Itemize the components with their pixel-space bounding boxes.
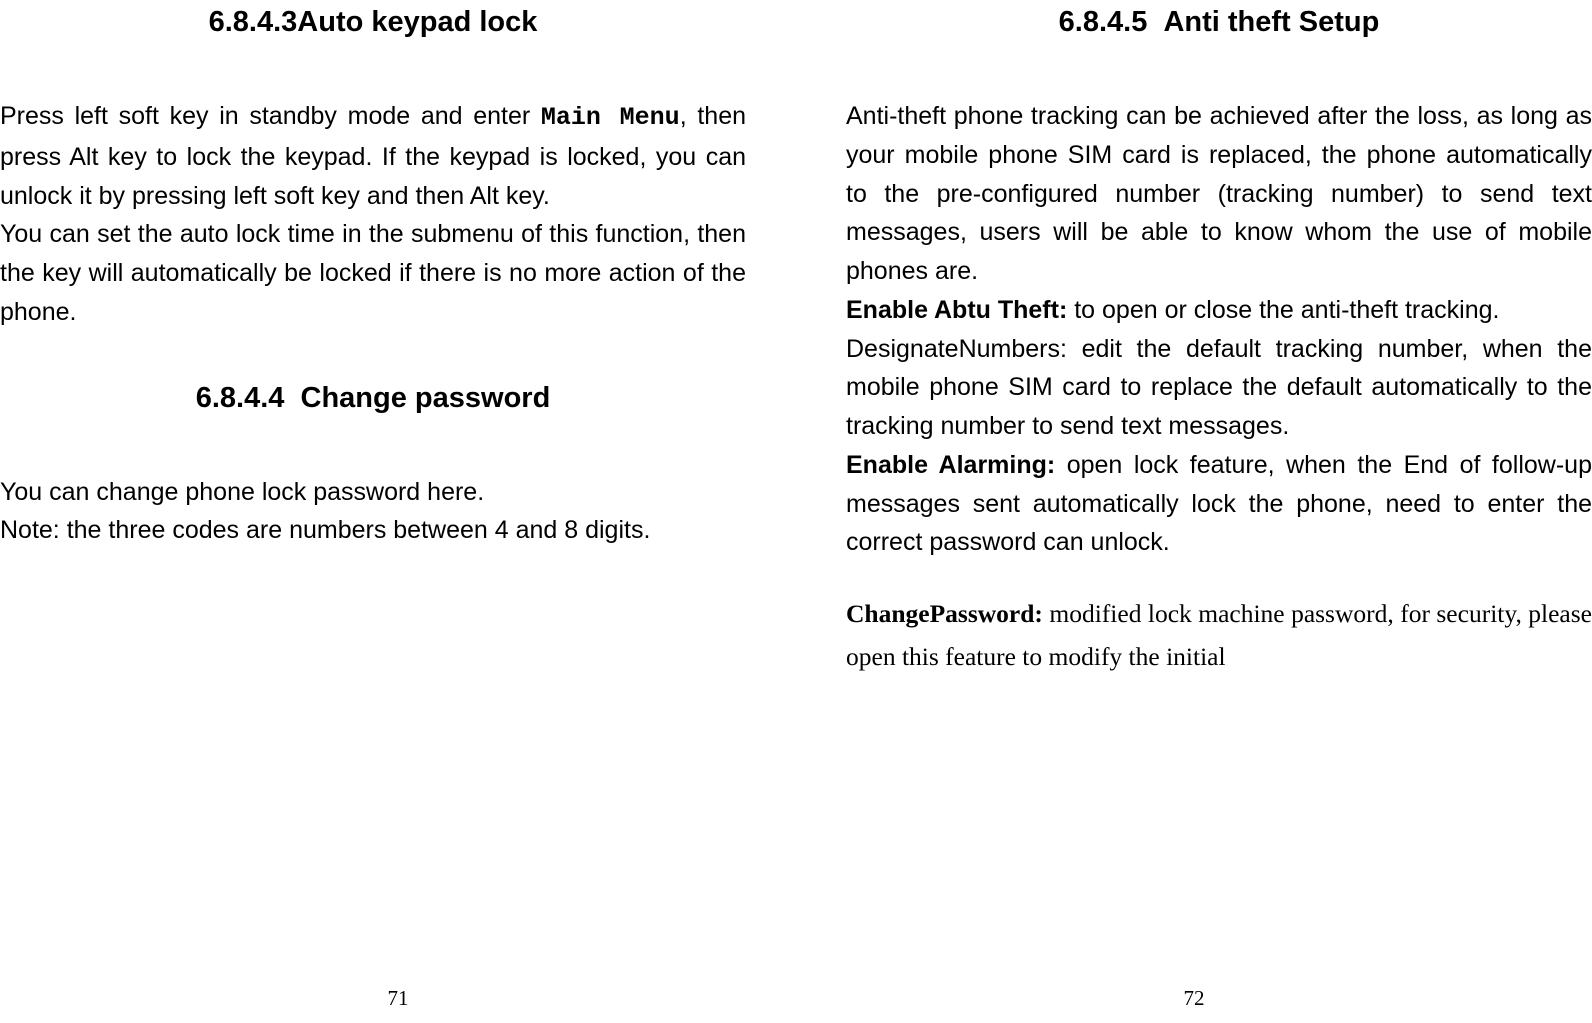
- text-run: Press left soft key in standby mode and …: [0, 102, 541, 130]
- page-number-left: 71: [388, 986, 409, 1011]
- paragraph: Anti-theft phone tracking can be achieve…: [846, 97, 1592, 291]
- section-number: 6.8.4.5: [1059, 6, 1148, 38]
- bold-label: Enable Abtu Theft:: [846, 296, 1067, 324]
- section-heading-6-8-4-3: 6.8.4.3Auto keypad lock: [0, 6, 746, 39]
- paragraph: Press left soft key in standby mode and …: [0, 97, 746, 215]
- page-number-right: 72: [1184, 986, 1205, 1011]
- paragraph: You can change phone lock password here.: [0, 473, 746, 512]
- paragraph: You can set the auto lock time in the su…: [0, 215, 746, 331]
- section-number: 6.8.4.3: [209, 6, 298, 38]
- section-title: Anti theft Setup: [1163, 6, 1379, 38]
- spacer: [0, 332, 746, 376]
- section-heading-6-8-4-5: 6.8.4.5 Anti theft Setup: [846, 6, 1592, 39]
- page-right: 6.8.4.5 Anti theft Setup Anti-theft phon…: [796, 0, 1592, 1023]
- section-title: Change password: [301, 382, 551, 414]
- text-run: to open or close the anti-theft tracking…: [1067, 296, 1499, 324]
- page-left: 6.8.4.3Auto keypad lock Press left soft …: [0, 0, 796, 1023]
- bold-label: Enable Alarming:: [846, 451, 1055, 479]
- mono-text: Main Menu: [541, 103, 680, 132]
- section-heading-6-8-4-4: 6.8.4.4 Change password: [0, 382, 746, 415]
- paragraph-serif: ChangePassword: modified lock machine pa…: [846, 592, 1592, 679]
- paragraph: Enable Alarming: open lock feature, when…: [846, 446, 1592, 562]
- paragraph: DesignateNumbers: edit the default track…: [846, 330, 1592, 446]
- paragraph: Note: the three codes are numbers betwee…: [0, 511, 746, 550]
- section-title: Auto keypad lock: [297, 6, 537, 38]
- paragraph: Enable Abtu Theft: to open or close the …: [846, 291, 1592, 330]
- bold-label: ChangePassword:: [846, 599, 1043, 628]
- section-number: 6.8.4.4: [196, 382, 285, 414]
